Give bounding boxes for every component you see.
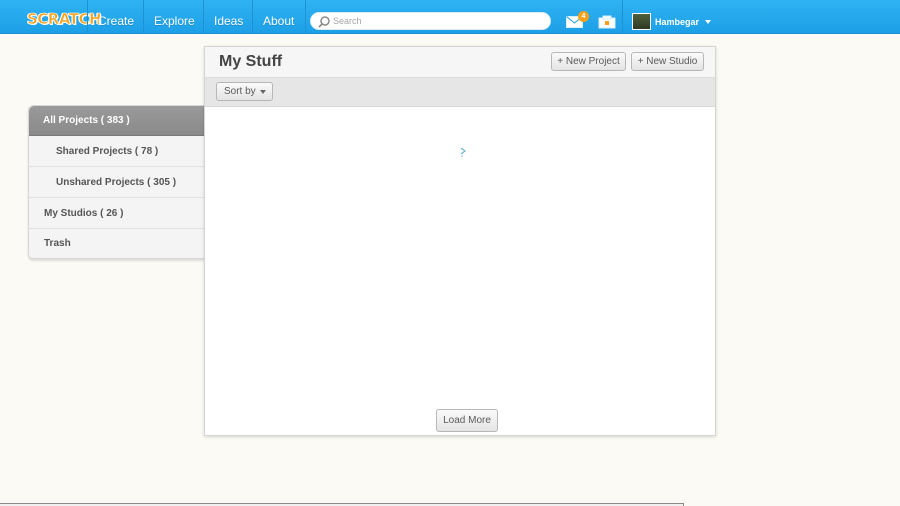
top-navigation-bar: SCRATCH Create Explore Ideas About 4 Ham… (0, 0, 900, 34)
sidebar-item-shared-projects[interactable]: Shared Projects ( 78 ) (29, 136, 205, 167)
sidebar-item-my-studios[interactable]: My Studios ( 26 ) (29, 198, 205, 229)
nav-explore[interactable]: Explore (143, 0, 205, 34)
page-title: My Stuff (219, 53, 283, 70)
nav-ideas[interactable]: Ideas (203, 0, 253, 34)
search-input[interactable] (333, 14, 543, 28)
sort-by-label: Sort by (224, 86, 256, 97)
load-more-button[interactable]: Load More (436, 409, 498, 432)
username: Hambegar (655, 17, 700, 27)
user-menu[interactable]: Hambegar (622, 0, 714, 34)
sidebar-item-unshared-projects[interactable]: Unshared Projects ( 305 ) (29, 167, 205, 198)
chevron-down-icon (705, 20, 711, 24)
loading-spinner-icon (460, 147, 466, 157)
search-icon (318, 16, 330, 28)
panel-toolbar: Sort by (205, 77, 715, 107)
search-box[interactable] (310, 12, 551, 30)
chevron-down-icon (260, 90, 266, 94)
new-project-button[interactable]: + New Project (551, 52, 626, 71)
messages-count-badge: 4 (578, 11, 589, 22)
panel-header: My Stuff + New Project + New Studio (205, 47, 715, 77)
new-studio-button[interactable]: + New Studio (631, 52, 704, 71)
sidebar-item-all-projects[interactable]: All Projects ( 383 ) (29, 106, 205, 136)
avatar (632, 13, 651, 30)
my-stuff-panel: My Stuff + New Project + New Studio Sort… (204, 46, 716, 436)
nav-about[interactable]: About (252, 0, 307, 34)
nav-create[interactable]: Create (87, 0, 144, 34)
my-stuff-icon[interactable] (598, 15, 616, 29)
my-stuff-sidebar: All Projects ( 383 ) Shared Projects ( 7… (28, 105, 205, 259)
sidebar-item-trash[interactable]: Trash (29, 228, 205, 259)
sort-by-dropdown[interactable]: Sort by (216, 82, 273, 101)
